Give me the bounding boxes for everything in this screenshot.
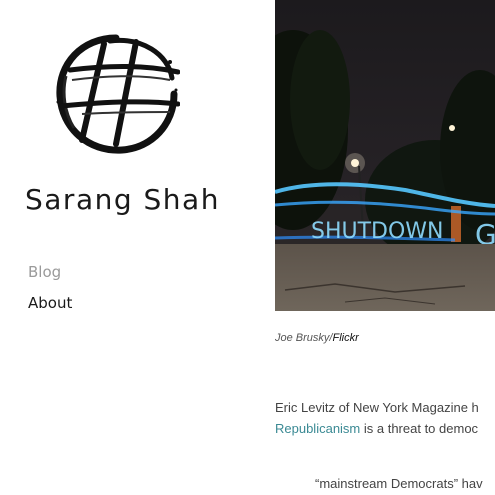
nav-item-blog[interactable]: Blog [28, 257, 72, 288]
nav-item-about[interactable]: About [28, 288, 72, 319]
paragraph-line-1: Eric Levitz of New York Magazine h [275, 400, 479, 415]
photo-caption: Joe Brusky/Flickr [275, 332, 359, 344]
blockquote-line: “mainstream Democrats” hav [315, 476, 483, 491]
post-content: SHUTDOWN G Joe Brusky/Flickr Eric Levitz… [275, 0, 495, 495]
sidebar: Sarang Shah Blog About [0, 0, 275, 495]
main-nav: Blog About [28, 257, 72, 319]
post-paragraph: Eric Levitz of New York Magazine h Repub… [275, 397, 479, 439]
republicanism-link[interactable]: Republicanism [275, 421, 360, 436]
caption-author: Joe Brusky/ [275, 332, 333, 344]
night-light-painting-photo: SHUTDOWN G [275, 0, 495, 311]
paragraph-line-2-rest: is a threat to democ [360, 421, 479, 436]
ink-circle-hash-logo-icon [56, 34, 180, 154]
svg-text:SHUTDOWN: SHUTDOWN [311, 219, 444, 244]
caption-source-link[interactable]: Flickr [332, 332, 358, 344]
site-name[interactable]: Sarang Shah [25, 183, 220, 216]
